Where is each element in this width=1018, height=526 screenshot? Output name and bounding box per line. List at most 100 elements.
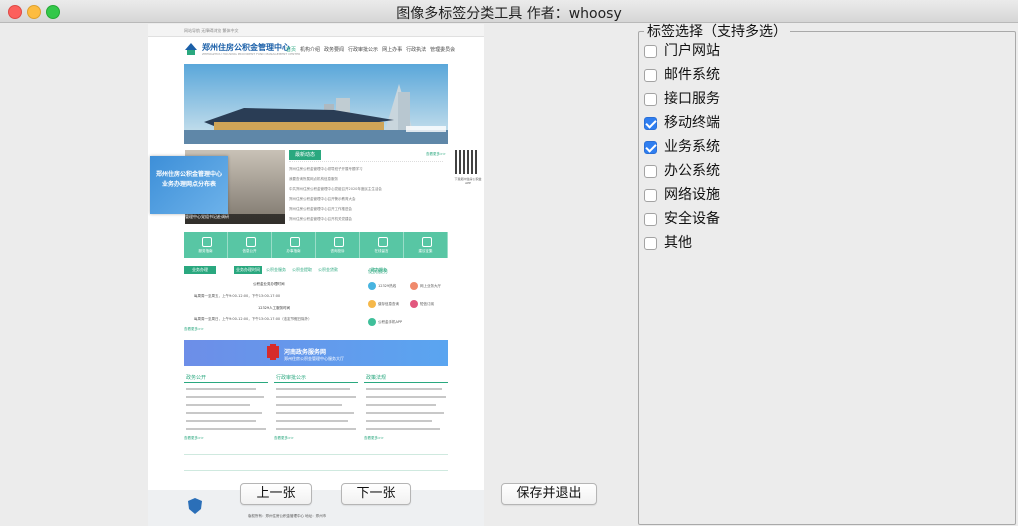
site-nav-item: 首页 [286,47,297,53]
save-and-exit-button[interactable]: 保存并退出 [501,483,597,505]
tile-icon [421,237,432,247]
divider [184,454,448,455]
checkbox[interactable] [644,69,657,82]
section-tab: 业务办理时间 [234,266,262,274]
checkbox[interactable] [644,213,657,226]
qr-code-icon [455,150,479,174]
more-link: 查看更多>> [364,436,384,440]
news-item: 中共郑州住房公积金管理中心党组召开2020年度民主生活会 [289,187,382,191]
column-header: 政策法规 [366,375,387,381]
tag-label: 业务系统 [664,139,720,155]
news-header: 最新动态 [289,150,321,160]
service-tile: 咨询投诉 [316,232,360,258]
site-nav-item: 政务要闻 [324,47,345,53]
gov-banner-subtitle: 郑州住房公积金管理中心服务大厅 [284,356,344,361]
tag-label: 接口服务 [664,91,720,107]
news-item: 郑州住房公积金管理中心领导班子开展专题学习 [289,167,363,171]
gov-banner-title: 河南政务服务网 [284,349,327,356]
hours-line: 每周周一至周日，上午9:00-12:00，下午13:00-17:00（法定节假日… [194,317,312,321]
divider [184,382,268,383]
section-tab: 业务办理 [184,266,216,274]
tile-label: 在线留言 [374,249,389,253]
convenience-item: 公积金手机APP [378,320,403,324]
site-banner-image [184,64,448,144]
site-nav-item: 机构介绍 [300,47,321,53]
site-nav-item: 管理委员会 [430,47,456,53]
tile-icon [289,237,300,247]
site-logo-icon [185,43,197,55]
service-tile: 办事指南 [272,232,316,258]
tile-label: 建议征集 [418,249,433,253]
image-preview: 网站导航 无障碍浏览 繁体中文 郑州住房公积金管理中心 ZHENGZHOU HO… [148,24,484,526]
gov-emblem-icon [267,344,279,360]
convenience-item: 缴存信息查询 [378,302,399,306]
more-link: 查看更多>> [184,436,204,440]
convenience-item: 短信订阅 [420,302,434,306]
section-tab: 公积金贷款 [318,267,338,272]
side-banner: 郑州住房公积金管理中心 业务办理网点分布表 [150,156,228,214]
news-photo-caption: 管理中心党组书记赴调研 [185,214,285,224]
checkbox[interactable] [644,45,657,58]
section-tab: 公积金服务 [266,267,286,272]
service-tile: 建议征集 [404,232,448,258]
checkbox[interactable] [644,189,657,202]
news-more-link: 查看更多>> [426,152,446,156]
service-tiles: 服务指南 信息公开 办事指南 咨询投诉 在线留言 建议征集 [184,232,448,258]
tag-label: 网络设施 [664,187,720,203]
tag-label: 安全设备 [664,211,720,227]
checkbox-checked[interactable] [644,117,657,130]
tag-label: 其他 [664,235,692,251]
tile-icon [377,237,388,247]
window-title: 图像多标签分类工具 作者：whoosy [396,6,622,22]
tag-label: 邮件系统 [664,67,720,83]
service-icon [410,282,418,290]
tile-label: 咨询投诉 [330,249,345,253]
tile-icon [333,237,344,247]
divider [184,470,448,471]
tile-label: 办事指南 [286,249,301,253]
news-item: 郑州住房公积金管理中心召开工作推进会 [289,207,352,211]
hours-line: 每周周一至周五，上午9:00-12:00，下午13:00-17:00 [194,294,281,298]
prev-image-button[interactable]: 上一张 [240,483,312,505]
tile-icon [201,237,212,247]
column-header: 政务公开 [186,375,207,381]
service-icon [368,300,376,308]
service-icon [410,300,418,308]
site-nav-item: 行政执法 [406,47,427,53]
preview-top-bar: 网站导航 无障碍浏览 繁体中文 [148,24,484,37]
checkbox[interactable] [644,165,657,178]
site-footer: 版权所有：郑州住房公积金管理中心 地址：郑州市 [148,490,484,526]
tile-label: 服务指南 [198,249,213,253]
divider [274,382,358,383]
qr-caption: 下载郑州住房公积金APP [454,177,482,185]
more-link: 查看更多>> [184,327,204,331]
footer-badge-icon [188,498,202,514]
title-bar: 图像多标签分类工具 作者：whoosy [0,0,1018,23]
divider [364,382,448,383]
convenience-item: 12329热线 [378,284,397,288]
service-icon [368,282,376,290]
next-image-button[interactable]: 下一张 [341,483,411,505]
checkbox-checked[interactable] [644,141,657,154]
column-text-lines [186,388,446,430]
news-item: 我要查询所属网点机构信息服务 [289,177,338,181]
convenience-item: 网上业务大厅 [420,284,441,288]
service-icon [368,318,376,326]
service-tile: 在线留言 [360,232,404,258]
tag-label: 移动终端 [664,115,720,131]
divider [289,161,443,163]
news-item: 郑州住房公积金管理中心召开机关党建会 [289,217,352,221]
service-tile: 信息公开 [228,232,272,258]
footer-text: 版权所有：郑州住房公积金管理中心 地址：郑州市 [248,514,327,518]
checkbox[interactable] [644,237,657,250]
tile-icon [245,237,256,247]
news-item: 郑州住房公积金管理中心召开警示教育大会 [289,197,356,201]
tile-label: 信息公开 [242,249,257,253]
hours-title: 公积金业务办理时间 [253,282,285,286]
hours-line: 12329人工服务时间 [258,306,291,310]
site-nav-item: 行政审批公示 [348,47,379,53]
convenience-header: 便民服务 [368,269,389,275]
tag-label: 门户网站 [664,43,720,59]
more-link: 查看更多>> [274,436,294,440]
checkbox[interactable] [644,93,657,106]
